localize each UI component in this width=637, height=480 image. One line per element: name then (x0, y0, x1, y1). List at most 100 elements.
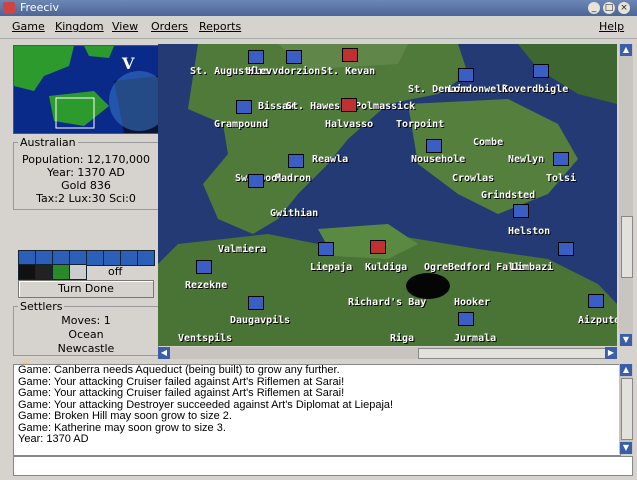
status-indicators[interactable]: off (18, 250, 155, 280)
city-name[interactable]: Helston (508, 226, 550, 237)
unit-icon[interactable] (248, 296, 264, 310)
city-name[interactable]: Daugavpils (230, 315, 290, 326)
map-horizontal-scrollbar[interactable]: ◀ ▶ (158, 347, 617, 359)
unit-icon[interactable] (458, 68, 474, 82)
city-name[interactable]: Ogre (424, 262, 448, 273)
world-map[interactable]: St. Augustine Hlevvdorzion St. Kevan St.… (158, 44, 617, 346)
overview-minimap[interactable]: V (13, 45, 159, 134)
log-line: Game: Canberra needs Aqueduct (being bui… (18, 364, 340, 376)
map-vertical-scrollbar[interactable]: ▲ ▼ (619, 44, 633, 346)
close-icon[interactable]: × (618, 2, 630, 14)
turn-done-button[interactable]: Turn Done (18, 280, 154, 298)
unit-icon[interactable] (342, 48, 358, 62)
warming-icon (35, 264, 53, 280)
city-name[interactable]: St. Hawes (286, 101, 340, 112)
minimap-graphic (14, 46, 158, 133)
menu-kingdom[interactable]: Kingdom (55, 20, 104, 33)
home-city-text: Newcastle (57, 342, 115, 355)
scroll-down-icon[interactable]: ▼ (620, 334, 632, 346)
tax-text: Tax:2 Lux:30 Sci:0 (36, 192, 136, 205)
city-name[interactable]: Hooker (454, 297, 490, 308)
unit-icon[interactable] (588, 294, 604, 308)
unit-icon[interactable] (248, 50, 264, 64)
bulb-icon (18, 264, 36, 280)
window-titlebar: Freeciv _ □ × (0, 0, 637, 16)
log-scroll-thumb[interactable] (621, 378, 633, 440)
menu-orders[interactable]: Orders (151, 20, 188, 33)
city-name[interactable]: Limbazi (511, 262, 553, 273)
city-name[interactable]: Gwithian (270, 208, 318, 219)
unit-icon[interactable] (288, 154, 304, 168)
city-name[interactable]: Kuldiga (365, 262, 407, 273)
tax-indicator-icon[interactable] (86, 250, 104, 266)
unit-info-group: Settlers Moves: 1 Ocean Newcastle (13, 300, 159, 356)
minimize-icon[interactable]: _ (588, 2, 600, 14)
unit-icon[interactable] (513, 204, 529, 218)
city-name[interactable]: Halvasso (325, 119, 373, 130)
city-name[interactable]: Tolsi (546, 173, 576, 184)
horizontal-scroll-thumb[interactable] (418, 348, 610, 359)
unit-icon[interactable] (236, 100, 252, 114)
scroll-up-icon[interactable]: ▲ (620, 364, 632, 376)
unit-icon[interactable] (370, 240, 386, 254)
government-icon (69, 264, 87, 280)
menu-game[interactable]: Game (12, 20, 45, 33)
menu-help[interactable]: Help (599, 20, 624, 33)
menubar: Game Kingdom View Orders Reports Help (0, 16, 637, 39)
unit-icon[interactable] (196, 260, 212, 274)
city-name[interactable]: Koverdbigle (502, 84, 568, 95)
unit-icon[interactable] (286, 50, 302, 64)
player-info-group: Australian Population: 12,170,000 Year: … (13, 136, 159, 210)
city-name[interactable]: Valmiera (218, 244, 266, 255)
log-scrollbar[interactable]: ▲ ▼ (619, 364, 633, 454)
city-name[interactable]: Grampound (214, 119, 268, 130)
tax-indicator-icon[interactable] (103, 250, 121, 266)
log-line: Game: Your attacking Cruiser failed agai… (18, 387, 345, 399)
unit-type-label: Settlers (18, 300, 65, 313)
tax-indicator-icon[interactable] (137, 250, 155, 266)
city-name[interactable]: Rezekne (185, 280, 227, 291)
city-name[interactable]: Londonwell (448, 84, 508, 95)
city-name[interactable]: Polmassick (355, 101, 415, 112)
scroll-up-icon[interactable]: ▲ (620, 44, 632, 56)
unit-icon[interactable] (248, 174, 264, 188)
city-name[interactable]: Combe (473, 137, 503, 148)
unit-icon[interactable] (553, 152, 569, 166)
city-name[interactable]: St. Kevan (321, 66, 375, 77)
city-name[interactable]: Hlevvdorzion (248, 66, 320, 77)
city-name[interactable]: Crowlas (452, 173, 494, 184)
maximize-icon[interactable]: □ (603, 2, 615, 14)
unit-icon[interactable] (533, 64, 549, 78)
unit-icon[interactable] (426, 139, 442, 153)
unit-icon[interactable] (458, 312, 474, 326)
city-name[interactable]: Jurmala (454, 333, 496, 344)
gold-text: Gold 836 (61, 179, 111, 192)
population-text: Population: 12,170,000 (22, 153, 150, 166)
city-name[interactable]: Newlyn (508, 154, 544, 165)
city-name[interactable]: Grindsted (481, 190, 535, 201)
unit-icon[interactable] (341, 98, 357, 112)
tax-indicator-icon[interactable] (120, 250, 138, 266)
city-name[interactable]: Riga (390, 333, 414, 344)
city-name[interactable]: Madron (275, 173, 311, 184)
city-name[interactable]: Ventspils (178, 333, 232, 344)
app-icon[interactable] (3, 2, 15, 14)
vertical-scroll-thumb[interactable] (621, 216, 633, 278)
scroll-down-icon[interactable]: ▼ (620, 442, 632, 454)
city-name[interactable]: Aizpute (578, 315, 617, 326)
overview-label: V (122, 54, 135, 73)
timeout-text: off (108, 265, 123, 278)
scroll-right-icon[interactable]: ▶ (605, 347, 617, 359)
menu-view[interactable]: View (112, 20, 138, 33)
city-name[interactable]: Richard's Bay (348, 297, 426, 308)
city-name[interactable]: Reawla (312, 154, 348, 165)
chat-input[interactable] (13, 456, 633, 476)
city-name[interactable]: Nousehole (411, 154, 465, 165)
unit-icon[interactable] (318, 242, 334, 256)
city-name[interactable]: Torpoint (396, 119, 444, 130)
city-name[interactable]: Liepaja (310, 262, 352, 273)
unit-icon[interactable] (558, 242, 574, 256)
scroll-left-icon[interactable]: ◀ (158, 347, 170, 359)
menu-reports[interactable]: Reports (199, 20, 241, 33)
window-title: Freeciv (20, 1, 59, 14)
